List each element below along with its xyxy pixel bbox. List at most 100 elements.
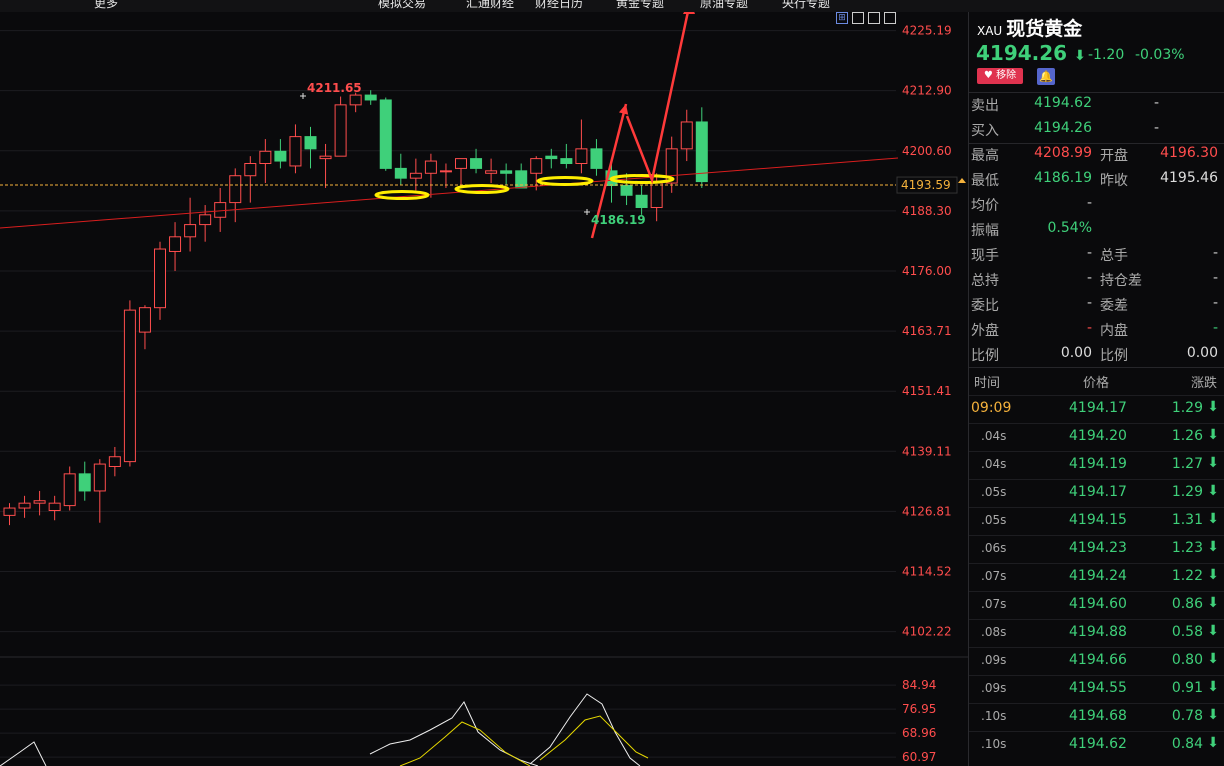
price-axis-label: 4163.71 xyxy=(902,324,952,338)
tick-row: .10s 4194.62 0.84 ⬇ xyxy=(969,731,1224,759)
toolbar-item-bank[interactable]: 央行专题 xyxy=(782,0,830,11)
candle-up xyxy=(184,224,197,238)
stat-value-2: - xyxy=(1212,270,1218,286)
tick-change: 1.29 xyxy=(1171,484,1203,500)
remove-favorite-button[interactable]: ♥ 移除 xyxy=(977,68,1023,84)
tick-time: .09s xyxy=(981,681,1007,695)
tick-header-price: 价格 xyxy=(1083,376,1110,391)
tick-change: 1.29 xyxy=(1171,400,1203,416)
candle-up xyxy=(169,236,182,252)
quote-panel: XAU 现货黄金 4194.26 ⬇ -1.20 -0.03% ♥ 移除 🔔 卖出… xyxy=(968,12,1224,766)
tick-price: 4194.15 xyxy=(1069,512,1127,528)
toolbar-item-more[interactable]: 更多 xyxy=(94,0,118,11)
candle-up xyxy=(199,214,212,226)
tick-row: .09s 4194.66 0.80 ⬇ xyxy=(969,647,1224,675)
tick-row: .08s 4194.88 0.58 ⬇ xyxy=(969,619,1224,647)
candle-up xyxy=(18,502,31,509)
tick-row: .06s 4194.23 1.23 ⬇ xyxy=(969,535,1224,563)
candle-down xyxy=(274,150,287,162)
toolbar-item-calendar[interactable]: 财经日历 xyxy=(535,0,583,11)
down-arrow-icon: ⬇ xyxy=(1207,427,1219,443)
tick-header-change: 涨跌 xyxy=(1191,376,1218,391)
stat-label: 比例 xyxy=(971,348,999,364)
candle-down xyxy=(470,158,483,169)
grid-layout-icon[interactable]: ⊞ xyxy=(836,12,848,24)
tick-change: 0.86 xyxy=(1171,596,1203,612)
annotation-ellipse xyxy=(609,174,675,184)
candle-down xyxy=(620,184,633,196)
remove-label: 移除 xyxy=(996,70,1017,81)
candle-up xyxy=(349,94,362,106)
tick-time: .06s xyxy=(981,541,1007,555)
stat-label-2: 开盘 xyxy=(1100,148,1128,164)
candle-up xyxy=(289,136,302,167)
tick-price: 4194.55 xyxy=(1069,680,1127,696)
candle-up xyxy=(63,473,76,507)
candle-down xyxy=(590,148,603,169)
alert-bell-button[interactable]: 🔔 xyxy=(1037,68,1055,85)
candle-up xyxy=(3,507,16,516)
down-arrow-icon: ⬇ xyxy=(1207,735,1219,751)
expand-layout-icon[interactable] xyxy=(884,12,896,24)
stat-value-2: 4195.46 xyxy=(1160,170,1218,186)
toolbar-item-sim-trade[interactable]: 模拟交易 xyxy=(378,0,426,11)
down-arrow-icon: ⬇ xyxy=(1207,539,1219,555)
bidask-volume: - xyxy=(1153,120,1159,136)
tick-row: .07s 4194.24 1.22 ⬇ xyxy=(969,563,1224,591)
candle-up xyxy=(319,155,332,160)
kline-svg[interactable]: 4193.59 4211.65 4186.19 4225.19 4212.90 4200… xyxy=(0,12,968,766)
bell-icon: 🔔 xyxy=(1039,70,1053,83)
bidask-row: 买入 4194.26 - xyxy=(969,120,1224,145)
annotation-ellipse xyxy=(536,176,594,186)
candle-up xyxy=(93,463,106,492)
stat-label-2: 比例 xyxy=(1100,348,1128,364)
annotation-arrow-path xyxy=(625,12,690,185)
tick-price: 4194.19 xyxy=(1069,456,1127,472)
stat-value-2: - xyxy=(1212,295,1218,311)
symbol-title: XAU 现货黄金 xyxy=(977,14,1082,41)
toolbar-item-news[interactable]: 汇通财经 xyxy=(466,0,514,11)
stat-label: 振幅 xyxy=(971,223,999,239)
price-axis-label: 4126.81 xyxy=(902,504,952,518)
candle-up xyxy=(33,500,46,504)
tick-row: .05s 4194.15 1.31 ⬇ xyxy=(969,507,1224,535)
indicator-line-k xyxy=(0,741,47,766)
tick-change: 1.26 xyxy=(1171,428,1203,444)
tick-change: 1.27 xyxy=(1171,456,1203,472)
tick-row: .10s 4194.68 0.78 ⬇ xyxy=(969,703,1224,731)
candle-up xyxy=(455,158,467,169)
tick-price: 4194.23 xyxy=(1069,540,1127,556)
last-price: 4194.26 ⬇ xyxy=(976,41,1086,65)
candle-up xyxy=(138,307,151,333)
panel-layout-icon[interactable] xyxy=(868,12,880,24)
stat-row: 均价 - xyxy=(969,195,1224,220)
kline-chart[interactable]: 4193.59 4211.65 4186.19 4225.19 4212.90 4200… xyxy=(0,12,968,766)
tick-price: 4194.88 xyxy=(1069,624,1127,640)
bidask-volume: - xyxy=(1153,95,1159,111)
tick-row: 09:09 4194.17 1.29 ⬇ xyxy=(969,395,1224,423)
down-arrow-icon: ⬇ xyxy=(1207,595,1219,611)
tick-change: 1.31 xyxy=(1171,512,1203,528)
candle-down xyxy=(545,155,558,160)
stat-value-2: - xyxy=(1212,245,1218,261)
stat-label-2: 内盘 xyxy=(1100,323,1128,339)
toolbar-item-gold[interactable]: 黄金专题 xyxy=(616,0,664,11)
candle-down xyxy=(379,99,392,169)
split-layout-icon[interactable] xyxy=(852,12,864,24)
candle-up xyxy=(439,170,452,173)
price-axis-label: 4139.11 xyxy=(902,444,952,458)
indicator-axis-label: 68.96 xyxy=(902,726,936,740)
candle-down xyxy=(635,194,648,208)
candle-up xyxy=(108,456,121,468)
candle-up xyxy=(48,502,61,511)
toolbar-item-oil[interactable]: 原油专题 xyxy=(700,0,748,11)
tick-price: 4194.17 xyxy=(1069,484,1127,500)
tick-row: .05s 4194.17 1.29 ⬇ xyxy=(969,479,1224,507)
heart-icon: ♥ xyxy=(983,70,993,81)
tick-change: 0.84 xyxy=(1171,736,1203,752)
tick-change: 1.22 xyxy=(1171,568,1203,584)
candle-down xyxy=(304,136,317,150)
chart-layout-icons[interactable]: ⊞ xyxy=(836,12,900,26)
high-label: 4211.65 xyxy=(307,81,362,95)
candle-up xyxy=(680,121,693,150)
